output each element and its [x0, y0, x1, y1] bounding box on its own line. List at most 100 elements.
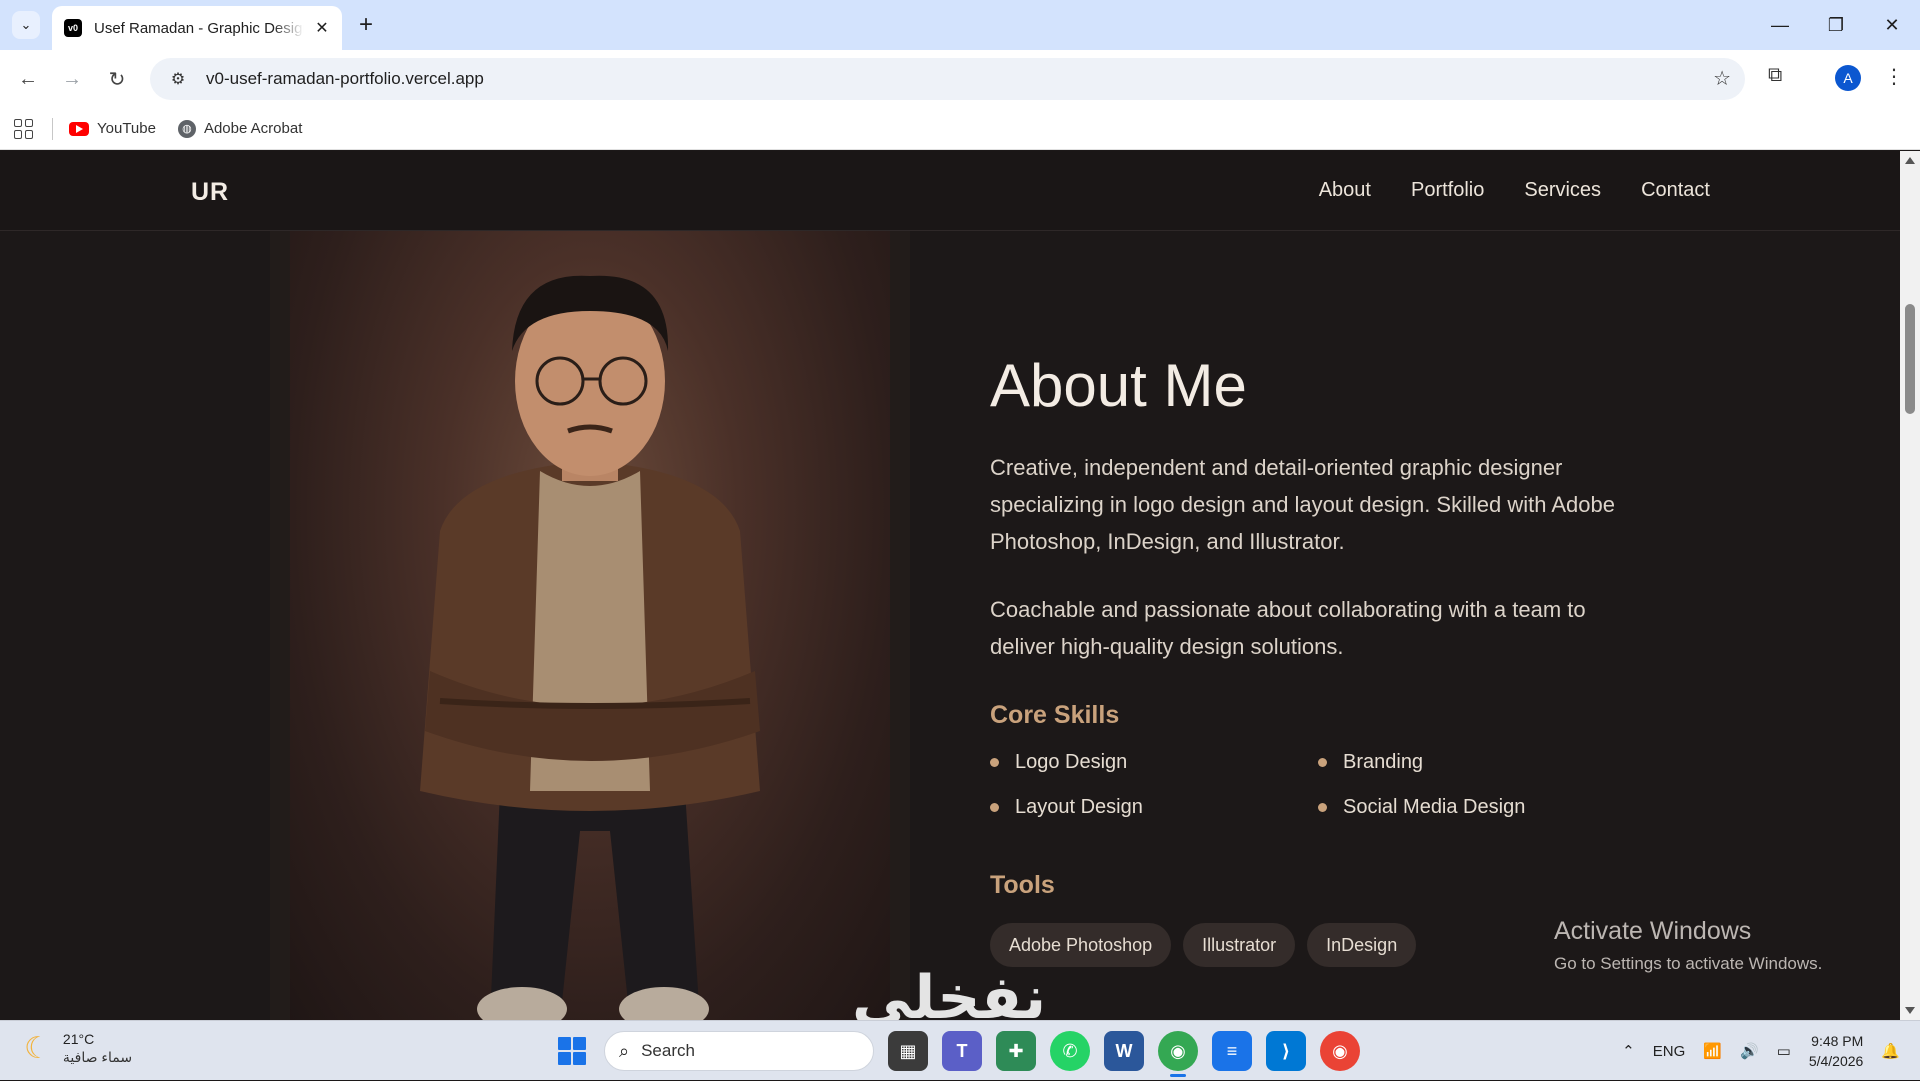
- about-title: About Me: [990, 352, 1247, 419]
- search-placeholder: Search: [641, 1041, 695, 1060]
- wifi-icon[interactable]: 📶: [1703, 1042, 1722, 1060]
- forward-button[interactable]: →: [57, 64, 87, 94]
- site-logo[interactable]: UR: [191, 178, 229, 207]
- task-view-icon[interactable]: ▦: [888, 1031, 928, 1071]
- skill-item: Logo Design: [990, 749, 1318, 775]
- core-skills-list: Logo Design Branding Layout Design Socia…: [990, 749, 1550, 820]
- tool-pill-indesign: InDesign: [1307, 923, 1417, 967]
- restore-button[interactable]: ❐: [1808, 0, 1864, 50]
- moon-icon: ☾: [24, 1032, 51, 1065]
- chrome-profile-icon[interactable]: ◉: [1320, 1031, 1360, 1071]
- notifications-bell-icon[interactable]: 🔔: [1881, 1042, 1900, 1060]
- browser-tab-bar: ⌄ v0 Usef Ramadan - Graphic Design ✕ + —…: [0, 0, 1920, 50]
- language-indicator[interactable]: ENG: [1653, 1043, 1686, 1060]
- volume-icon[interactable]: 🔊: [1740, 1042, 1759, 1060]
- show-hidden-icons-chevron-icon[interactable]: ⌃: [1622, 1042, 1635, 1060]
- bookmark-label: Adobe Acrobat: [203, 120, 303, 137]
- weather-description: سماء صافية: [62, 1049, 133, 1065]
- tool-pill-photoshop: Adobe Photoshop: [990, 923, 1172, 967]
- tools-list: Adobe Photoshop Illustrator InDesign: [990, 923, 1417, 967]
- tab-title: Usef Ramadan - Graphic Design: [94, 19, 304, 37]
- scroll-down-arrow-icon[interactable]: [1905, 1007, 1915, 1014]
- extensions-icon[interactable]: ⧉: [1768, 64, 1782, 87]
- window-controls: — ❐ ✕: [1752, 0, 1920, 50]
- close-tab-icon[interactable]: ✕: [312, 18, 332, 38]
- scroll-thumb[interactable]: [1905, 304, 1915, 414]
- skill-label: Branding: [1343, 750, 1424, 773]
- bullet-icon: [1318, 802, 1327, 812]
- portrait-photo: [290, 231, 890, 1020]
- chrome-icon[interactable]: ◉: [1158, 1031, 1198, 1077]
- bookmark-youtube[interactable]: YouTube: [69, 120, 156, 137]
- address-bar[interactable]: ⚙ v0-usef-ramadan-portfolio.vercel.app ☆: [150, 58, 1745, 100]
- bullet-icon: [990, 757, 999, 767]
- teams-icon[interactable]: T: [942, 1031, 982, 1071]
- back-button[interactable]: ←: [13, 64, 43, 94]
- spreadsheet-app-icon[interactable]: ✚: [996, 1031, 1036, 1071]
- clock-time: 9:48 PM: [1811, 1033, 1864, 1049]
- nav-contact[interactable]: Contact: [1641, 179, 1710, 202]
- url-text[interactable]: v0-usef-ramadan-portfolio.vercel.app: [206, 69, 484, 89]
- tab-search-button[interactable]: ⌄: [12, 11, 40, 39]
- bookmarks-separator: [52, 117, 53, 140]
- minimize-button[interactable]: —: [1752, 0, 1808, 50]
- activate-windows-watermark: Activate Windows Go to Settings to activ…: [1554, 917, 1822, 974]
- skill-item: Layout Design: [990, 794, 1318, 820]
- skill-label: Social Media Design: [1343, 795, 1526, 818]
- taskbar-search[interactable]: ⌕ Search: [604, 1031, 874, 1071]
- site-header: UR About Portfolio Services Contact: [0, 151, 1900, 231]
- profile-avatar[interactable]: A: [1835, 65, 1861, 91]
- activation-title: Activate Windows: [1554, 917, 1752, 945]
- site-info-icon[interactable]: ⚙: [158, 69, 198, 89]
- whatsapp-icon[interactable]: ✆: [1050, 1031, 1090, 1071]
- tools-heading: Tools: [990, 871, 1055, 899]
- nav-about[interactable]: About: [1319, 179, 1371, 202]
- arabic-watermark-logo: نفخلي: [852, 963, 1047, 1020]
- taskbar-clock[interactable]: 9:48 PM 5/4/2026: [1809, 1031, 1864, 1071]
- skill-item: Social Media Design: [1318, 794, 1550, 820]
- bookmark-star-icon[interactable]: ☆: [1713, 66, 1731, 91]
- scroll-up-arrow-icon[interactable]: [1905, 157, 1915, 164]
- site-nav: About Portfolio Services Contact: [1319, 179, 1710, 202]
- bullet-icon: [990, 802, 999, 812]
- windows-taskbar: ☾ 21°C سماء صافية ⌕ Search ▦ T ✚ ✆ W ◉ ≡…: [0, 1020, 1920, 1080]
- bullet-icon: [1318, 757, 1327, 767]
- azure-data-studio-icon[interactable]: ≡: [1212, 1031, 1252, 1071]
- windows-start-icon[interactable]: [554, 1033, 590, 1069]
- about-paragraph-1: Creative, independent and detail-oriente…: [990, 455, 1615, 554]
- v0-favicon-icon: v0: [64, 19, 82, 37]
- browser-tab[interactable]: v0 Usef Ramadan - Graphic Design ✕: [52, 6, 342, 50]
- portrait-frame: [270, 231, 910, 1020]
- skill-item: Branding: [1318, 749, 1550, 775]
- weather-temperature: 21°C: [62, 1031, 95, 1047]
- tool-pill-illustrator: Illustrator: [1183, 923, 1296, 967]
- nav-services[interactable]: Services: [1524, 179, 1601, 202]
- page-viewport: UR About Portfolio Services Contact Abou…: [0, 151, 1920, 1020]
- core-skills-heading: Core Skills: [990, 701, 1120, 729]
- skill-label: Layout Design: [1015, 795, 1143, 818]
- activation-subtitle: Go to Settings to activate Windows.: [1554, 954, 1823, 973]
- bookmarks-bar: YouTube ◍ Adobe Acrobat: [0, 108, 1920, 150]
- about-paragraph-2: Coachable and passionate about collabora…: [990, 597, 1586, 659]
- reload-button[interactable]: ↻: [102, 64, 132, 94]
- browser-menu-icon[interactable]: ⋮: [1884, 64, 1904, 89]
- nav-portfolio[interactable]: Portfolio: [1411, 179, 1484, 202]
- weather-widget[interactable]: ☾ 21°C سماء صافية: [24, 1031, 132, 1066]
- vscode-icon[interactable]: ⟩: [1266, 1031, 1306, 1071]
- portrait-illustration: [420, 275, 760, 1020]
- clock-date: 5/4/2026: [1808, 1053, 1864, 1069]
- close-window-button[interactable]: ✕: [1864, 0, 1920, 50]
- apps-grid-icon[interactable]: [14, 118, 34, 139]
- word-icon[interactable]: W: [1104, 1031, 1144, 1071]
- taskbar-apps: ⌕ Search ▦ T ✚ ✆ W ◉ ≡ ⟩ ◉: [554, 1031, 1360, 1077]
- new-tab-button[interactable]: +: [352, 11, 380, 39]
- system-tray: ⌃ ENG 📶 🔊 ▭ 9:48 PM 5/4/2026 🔔: [1622, 1021, 1900, 1081]
- bookmark-label: YouTube: [97, 120, 156, 137]
- battery-icon[interactable]: ▭: [1777, 1042, 1791, 1060]
- globe-icon: ◍: [177, 119, 196, 138]
- page-scrollbar[interactable]: [1900, 151, 1920, 1020]
- search-icon: ⌕: [619, 1040, 630, 1061]
- bookmark-adobe-acrobat[interactable]: ◍ Adobe Acrobat: [177, 119, 303, 138]
- browser-toolbar: ← → ↻ ⚙ v0-usef-ramadan-portfolio.vercel…: [0, 50, 1920, 108]
- youtube-icon: [69, 121, 89, 136]
